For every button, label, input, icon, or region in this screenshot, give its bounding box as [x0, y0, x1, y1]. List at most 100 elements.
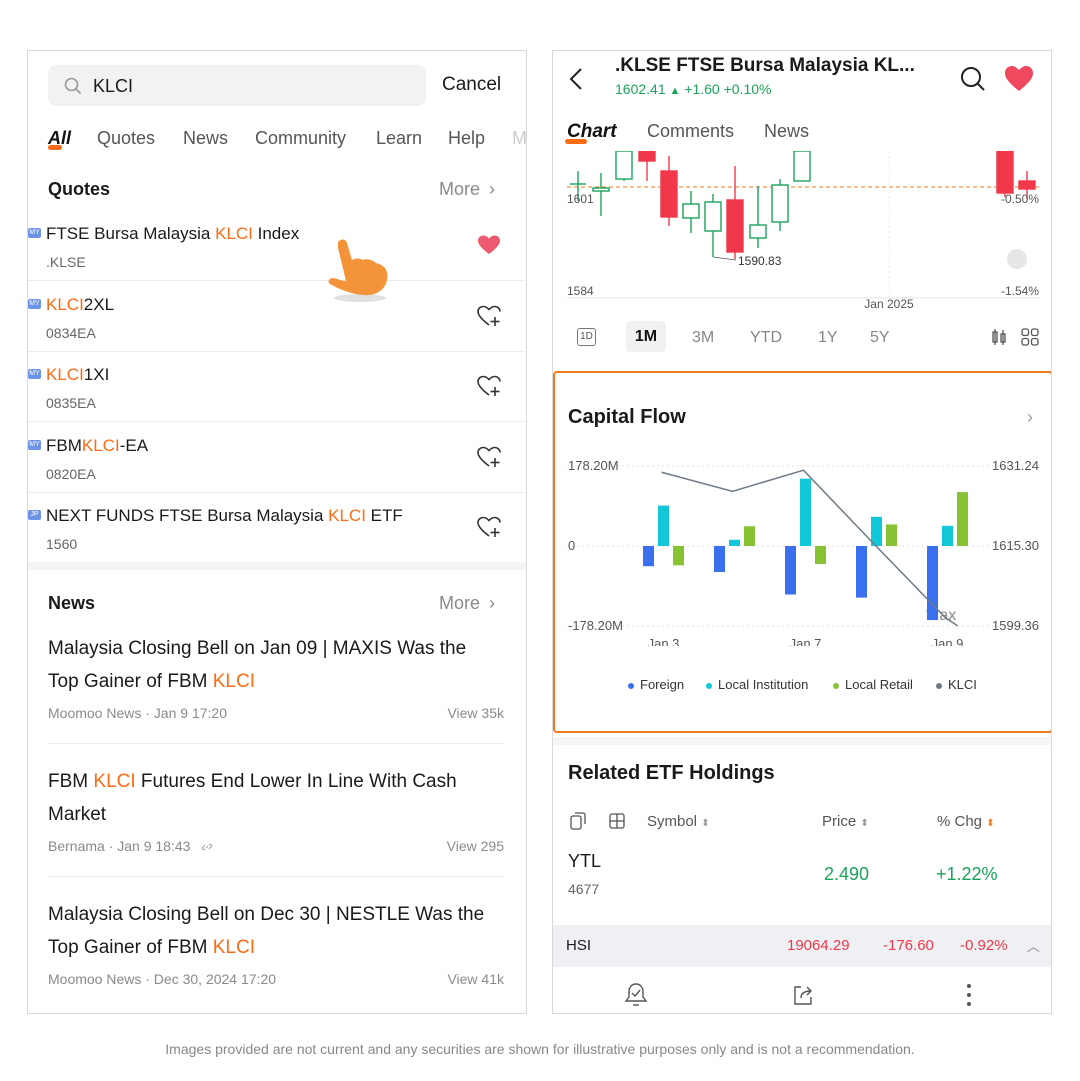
tab-learn[interactable]: Learn: [376, 128, 422, 149]
column-symbol[interactable]: Symbol ⬍: [647, 813, 710, 830]
bar-foreign: [856, 546, 867, 598]
legend-foreign: Foreign: [628, 677, 684, 692]
grid-layout-icon[interactable]: [1021, 328, 1039, 346]
bar-foreign: [714, 546, 725, 573]
stock-quote-line: 1602.41 ▲ +1.60 +0.10%: [615, 81, 772, 97]
column-pct-chg[interactable]: % Chg ⬍: [937, 813, 995, 830]
favorited-heart-icon[interactable]: [476, 232, 502, 258]
period-1d[interactable]: 1D: [577, 328, 596, 346]
etf-section-title: Related ETF Holdings: [568, 762, 775, 784]
quote-row[interactable]: MY FBMKLCI-EA 0820EA: [28, 423, 526, 493]
add-to-watchlist-icon[interactable]: [476, 444, 502, 470]
legend-local-institution: Local Institution: [706, 677, 808, 692]
y-right-tick-label: 1599.36: [992, 618, 1039, 633]
quote-row[interactable]: JP NEXT FUNDS FTSE Bursa Malaysia KLCI ET…: [28, 493, 526, 563]
etf-pct-chg: +1.22%: [936, 864, 998, 884]
bar-local-retail: [744, 526, 755, 546]
copy-icon[interactable]: [570, 812, 586, 830]
search-input[interactable]: KLCI: [48, 65, 426, 106]
disclaimer-text: Images provided are not current and any …: [165, 1041, 915, 1057]
quotes-section-title: Quotes: [48, 179, 111, 199]
news-more-link[interactable]: More ›: [439, 593, 495, 614]
quote-code: 0834EA: [46, 324, 96, 341]
quotes-more-link[interactable]: More ›: [439, 179, 495, 200]
period-ytd[interactable]: YTD: [750, 329, 782, 347]
tab-comments[interactable]: Comments: [647, 121, 734, 142]
link-icon: [202, 844, 213, 851]
etf-row[interactable]: YTL 4677 2.490 +1.22%: [553, 841, 1051, 909]
search-icon: [64, 77, 82, 95]
legend-local-retail: Local Retail: [833, 677, 913, 692]
quote-name: KLCI2XL: [46, 294, 115, 314]
news-item-title[interactable]: Malaysia Closing Bell on Jan 09 | MAXIS …: [48, 632, 518, 698]
section-separator: [553, 737, 1051, 745]
etf-code: 4677: [568, 881, 600, 897]
share-icon[interactable]: [791, 983, 815, 1007]
bar-foreign: [785, 546, 796, 595]
tab-active-indicator: [565, 139, 587, 144]
chevron-up-icon[interactable]: ︿: [1027, 936, 1040, 955]
tab-quotes[interactable]: Quotes: [97, 128, 155, 149]
bar-local-retail: [886, 524, 897, 546]
index-ticker-bar[interactable]: HSI 19064.29 -176.60 -0.92% ︿: [553, 925, 1051, 967]
y-left-tick-label: 0: [568, 538, 575, 553]
add-to-watchlist-icon[interactable]: [476, 373, 502, 399]
price-alert-icon[interactable]: [624, 982, 648, 1008]
quote-code: 0835EA: [46, 395, 96, 411]
quote-code: .KLSE: [46, 254, 86, 270]
bar-local-institution: [658, 505, 669, 546]
column-price[interactable]: Price ⬍: [822, 813, 869, 830]
stock-title: .KLSE FTSE Bursa Malaysia KL...: [615, 55, 915, 76]
date-axis-label: Jan 2025: [864, 297, 914, 311]
pct-axis-label: -0.50%: [1001, 192, 1039, 206]
tab-active-indicator: [48, 145, 62, 150]
news-item-title[interactable]: FBM KLCI Futures End Lower In Line With …: [48, 765, 518, 831]
news-item-views: View 295: [446, 838, 504, 854]
quote-row[interactable]: MY FTSE Bursa Malaysia KLCI Index .KLSE: [28, 211, 526, 281]
tab-community[interactable]: Community: [255, 128, 346, 149]
ticker-change: -176.60: [883, 937, 934, 954]
quote-name: KLCI1XI: [46, 365, 110, 384]
quote-name: NEXT FUNDS FTSE Bursa Malaysia KLCI ETF: [46, 506, 403, 525]
price-candlestick-chart[interactable]: 1601 -0.50% 1590.83 1584 -1.54% Jan 2025: [553, 151, 1052, 311]
news-item-meta: Bernama · Jan 9 18:43: [48, 838, 214, 854]
add-to-watchlist-icon[interactable]: [476, 514, 502, 540]
ticker-price: 19064.29: [787, 937, 850, 954]
capital-flow-title: Capital Flow: [568, 406, 686, 428]
y-right-tick-label: 1615.30: [992, 538, 1039, 553]
quote-row[interactable]: MY KLCI2XL 0834EA: [28, 282, 526, 352]
pct-axis-label: -1.54%: [1001, 284, 1039, 298]
search-icon[interactable]: [959, 65, 987, 93]
period-1m[interactable]: 1M: [626, 321, 666, 352]
tab-news[interactable]: News: [764, 121, 809, 142]
tab-more[interactable]: M: [512, 128, 526, 149]
period-1y[interactable]: 1Y: [818, 329, 838, 347]
period-3m[interactable]: 3M: [692, 329, 714, 347]
tab-help[interactable]: Help: [448, 128, 485, 149]
price-axis-label: 1601: [567, 192, 594, 206]
chart-reset-icon: [1007, 249, 1027, 269]
back-arrow-icon[interactable]: [569, 67, 583, 91]
news-item-title[interactable]: Malaysia Closing Bell on Dec 30 | NESTLE…: [48, 898, 518, 964]
bar-foreign: [643, 546, 654, 567]
bottom-action-bar: [553, 967, 1051, 1013]
quote-code: 1560: [46, 536, 78, 552]
chevron-right-icon[interactable]: ›: [1027, 407, 1033, 428]
news-item-meta: Moomoo News · Dec 30, 2024 17:20: [48, 971, 277, 987]
add-to-watchlist-icon[interactable]: [476, 303, 502, 329]
section-separator: [28, 562, 526, 570]
candlestick-toggle-icon[interactable]: [991, 328, 1007, 346]
y-right-tick-label: 1631.24: [992, 458, 1039, 473]
cancel-button[interactable]: Cancel: [442, 74, 501, 96]
market-flag-icon: MY: [28, 298, 41, 309]
favorite-heart-icon[interactable]: [1004, 65, 1034, 93]
quote-row[interactable]: MY KLCI1XI 0835EA: [28, 352, 526, 422]
x-tick-label: Jan 3: [648, 636, 680, 646]
more-options-icon[interactable]: [966, 983, 972, 1007]
capital-flow-chart: 178.20M 0 -178.20M 1631.24 1615.30 1599.36 Jan…: [567, 458, 1039, 646]
table-view-icon[interactable]: [609, 813, 625, 829]
stock-detail-panel: .KLSE FTSE Bursa Malaysia KL... 1602.41 …: [552, 50, 1052, 1014]
tab-news[interactable]: News: [183, 128, 228, 149]
period-5y[interactable]: 5Y: [870, 329, 890, 347]
bar-local-institution: [729, 539, 740, 546]
